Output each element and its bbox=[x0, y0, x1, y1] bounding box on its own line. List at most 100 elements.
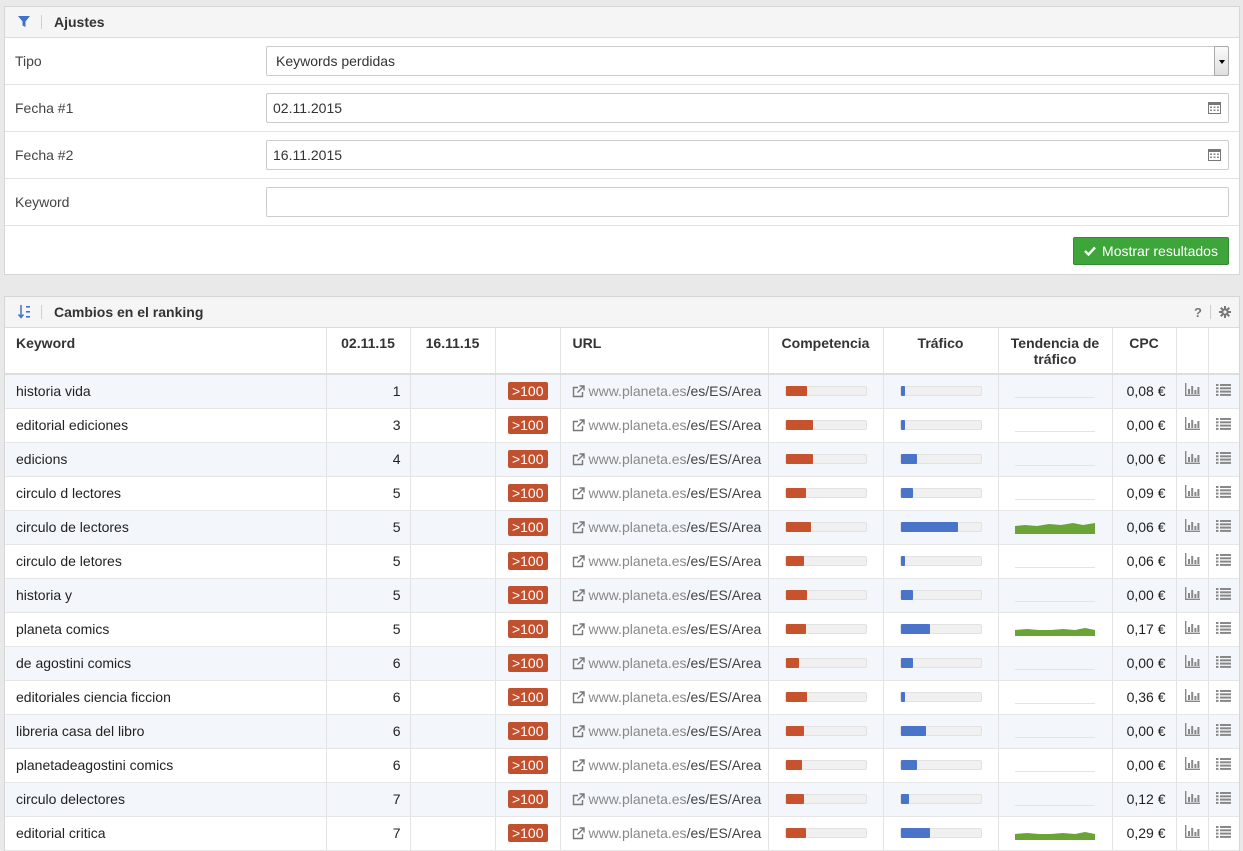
table-row[interactable]: de agostini comics 6 >100 www.planeta.es/es… bbox=[5, 646, 1239, 681]
list-icon[interactable] bbox=[1208, 680, 1239, 715]
bar-chart-icon[interactable] bbox=[1176, 714, 1209, 749]
url-domain[interactable]: www.planeta.es bbox=[589, 791, 687, 807]
fecha2-input[interactable]: 16.11.2015 bbox=[266, 140, 1229, 170]
external-link-icon[interactable] bbox=[572, 757, 589, 773]
table-row[interactable]: planeta comics 5 >100 www.planeta.es/es/ES/… bbox=[5, 612, 1239, 647]
bar-chart-icon[interactable] bbox=[1176, 680, 1209, 715]
bar-chart-icon[interactable] bbox=[1176, 612, 1209, 647]
table-row[interactable]: circulo d lectores 5 >100 www.planeta.es/es… bbox=[5, 476, 1239, 511]
show-results-button[interactable]: Mostrar resultados bbox=[1073, 237, 1229, 265]
url-cell[interactable]: www.planeta.es/es/ES/Area bbox=[560, 748, 769, 783]
table-row[interactable]: editorial ediciones 3 >100 www.planeta.es/e… bbox=[5, 408, 1239, 443]
list-icon[interactable] bbox=[1208, 544, 1239, 579]
url-domain[interactable]: www.planeta.es bbox=[589, 825, 687, 841]
bar-chart-icon[interactable] bbox=[1176, 408, 1209, 443]
external-link-icon[interactable] bbox=[572, 485, 589, 501]
external-link-icon[interactable] bbox=[572, 553, 589, 569]
col-url[interactable]: URL bbox=[560, 328, 769, 375]
url-cell[interactable]: www.planeta.es/es/ES/Area bbox=[560, 612, 769, 647]
list-icon[interactable] bbox=[1208, 408, 1239, 443]
external-link-icon[interactable] bbox=[572, 825, 589, 841]
url-path[interactable]: /es/ES/Area bbox=[687, 621, 762, 637]
list-icon[interactable] bbox=[1208, 374, 1239, 409]
col-tendencia[interactable]: Tendencia de tráfico bbox=[998, 328, 1113, 375]
keyword-cell[interactable]: circulo delectores bbox=[5, 782, 327, 817]
table-row[interactable]: libreria casa del libro 6 >100 www.planeta.… bbox=[5, 714, 1239, 749]
chevron-down-icon[interactable] bbox=[1214, 46, 1229, 76]
url-domain[interactable]: www.planeta.es bbox=[589, 655, 687, 671]
url-cell[interactable]: www.planeta.es/es/ES/Area bbox=[560, 408, 769, 443]
url-cell[interactable]: www.planeta.es/es/ES/Area bbox=[560, 510, 769, 545]
bar-chart-icon[interactable] bbox=[1176, 578, 1209, 613]
url-path[interactable]: /es/ES/Area bbox=[687, 689, 762, 705]
url-cell[interactable]: www.planeta.es/es/ES/Area bbox=[560, 782, 769, 817]
list-icon[interactable] bbox=[1208, 612, 1239, 647]
external-link-icon[interactable] bbox=[572, 689, 589, 705]
url-path[interactable]: /es/ES/Area bbox=[687, 757, 762, 773]
keyword-cell[interactable]: planetadeagostini comics bbox=[5, 748, 327, 783]
url-path[interactable]: /es/ES/Area bbox=[687, 451, 762, 467]
list-icon[interactable] bbox=[1208, 714, 1239, 749]
table-row[interactable]: editoriales ciencia ficcion 6 >100 www.plan… bbox=[5, 680, 1239, 715]
url-domain[interactable]: www.planeta.es bbox=[589, 519, 687, 535]
external-link-icon[interactable] bbox=[572, 417, 589, 433]
url-path[interactable]: /es/ES/Area bbox=[687, 553, 762, 569]
url-domain[interactable]: www.planeta.es bbox=[589, 451, 687, 467]
col-competencia[interactable]: Competencia bbox=[768, 328, 884, 375]
keyword-cell[interactable]: circulo de letores bbox=[5, 544, 327, 579]
url-domain[interactable]: www.planeta.es bbox=[589, 723, 687, 739]
external-link-icon[interactable] bbox=[572, 621, 589, 637]
list-icon[interactable] bbox=[1208, 442, 1239, 477]
list-icon[interactable] bbox=[1208, 578, 1239, 613]
tipo-select[interactable]: Keywords perdidas bbox=[266, 46, 1229, 76]
url-cell[interactable]: www.planeta.es/es/ES/Area bbox=[560, 476, 769, 511]
keyword-cell[interactable]: historia vida bbox=[5, 374, 327, 409]
keyword-cell[interactable]: editorial critica bbox=[5, 816, 327, 851]
url-cell[interactable]: www.planeta.es/es/ES/Area bbox=[560, 544, 769, 579]
keyword-cell[interactable]: de agostini comics bbox=[5, 646, 327, 681]
external-link-icon[interactable] bbox=[572, 383, 589, 399]
external-link-icon[interactable] bbox=[572, 587, 589, 603]
col-keyword[interactable]: Keyword bbox=[5, 328, 327, 375]
url-path[interactable]: /es/ES/Area bbox=[687, 383, 762, 399]
filter-icon[interactable] bbox=[17, 14, 31, 30]
url-domain[interactable]: www.planeta.es bbox=[589, 587, 687, 603]
bar-chart-icon[interactable] bbox=[1176, 544, 1209, 579]
url-domain[interactable]: www.planeta.es bbox=[589, 553, 687, 569]
list-icon[interactable] bbox=[1208, 646, 1239, 681]
keyword-cell[interactable]: circulo d lectores bbox=[5, 476, 327, 511]
list-icon[interactable] bbox=[1208, 476, 1239, 511]
gear-icon[interactable] bbox=[1219, 306, 1231, 318]
list-icon[interactable] bbox=[1208, 816, 1239, 851]
help-button[interactable]: ? bbox=[1194, 305, 1202, 320]
table-row[interactable]: editorial critica 7 >100 www.planeta.es/es/… bbox=[5, 816, 1239, 851]
list-icon[interactable] bbox=[1208, 510, 1239, 545]
url-cell[interactable]: www.planeta.es/es/ES/Area bbox=[560, 442, 769, 477]
keyword-cell[interactable]: historia y bbox=[5, 578, 327, 613]
url-cell[interactable]: www.planeta.es/es/ES/Area bbox=[560, 714, 769, 749]
table-row[interactable]: historia y 5 >100 www.planeta.es/es/ES/Area… bbox=[5, 578, 1239, 613]
bar-chart-icon[interactable] bbox=[1176, 374, 1209, 409]
bar-chart-icon[interactable] bbox=[1176, 816, 1209, 851]
url-path[interactable]: /es/ES/Area bbox=[687, 519, 762, 535]
url-domain[interactable]: www.planeta.es bbox=[589, 621, 687, 637]
url-path[interactable]: /es/ES/Area bbox=[687, 723, 762, 739]
url-domain[interactable]: www.planeta.es bbox=[589, 757, 687, 773]
external-link-icon[interactable] bbox=[572, 723, 589, 739]
url-path[interactable]: /es/ES/Area bbox=[687, 485, 762, 501]
keyword-cell[interactable]: editoriales ciencia ficcion bbox=[5, 680, 327, 715]
url-path[interactable]: /es/ES/Area bbox=[687, 417, 762, 433]
col-date2[interactable]: 16.11.15 bbox=[410, 328, 496, 375]
url-cell[interactable]: www.planeta.es/es/ES/Area bbox=[560, 680, 769, 715]
url-path[interactable]: /es/ES/Area bbox=[687, 825, 762, 841]
keyword-cell[interactable]: libreria casa del libro bbox=[5, 714, 327, 749]
keyword-cell[interactable]: circulo de lectores bbox=[5, 510, 327, 545]
bar-chart-icon[interactable] bbox=[1176, 748, 1209, 783]
bar-chart-icon[interactable] bbox=[1176, 782, 1209, 817]
url-path[interactable]: /es/ES/Area bbox=[687, 655, 762, 671]
col-trafico[interactable]: Tráfico bbox=[883, 328, 999, 375]
calendar-icon[interactable] bbox=[1208, 148, 1221, 161]
table-row[interactable]: historia vida 1 >100 www.planeta.es/es/ES/A… bbox=[5, 374, 1239, 409]
list-icon[interactable] bbox=[1208, 748, 1239, 783]
table-row[interactable]: circulo delectores 7 >100 www.planeta.es/es… bbox=[5, 782, 1239, 817]
